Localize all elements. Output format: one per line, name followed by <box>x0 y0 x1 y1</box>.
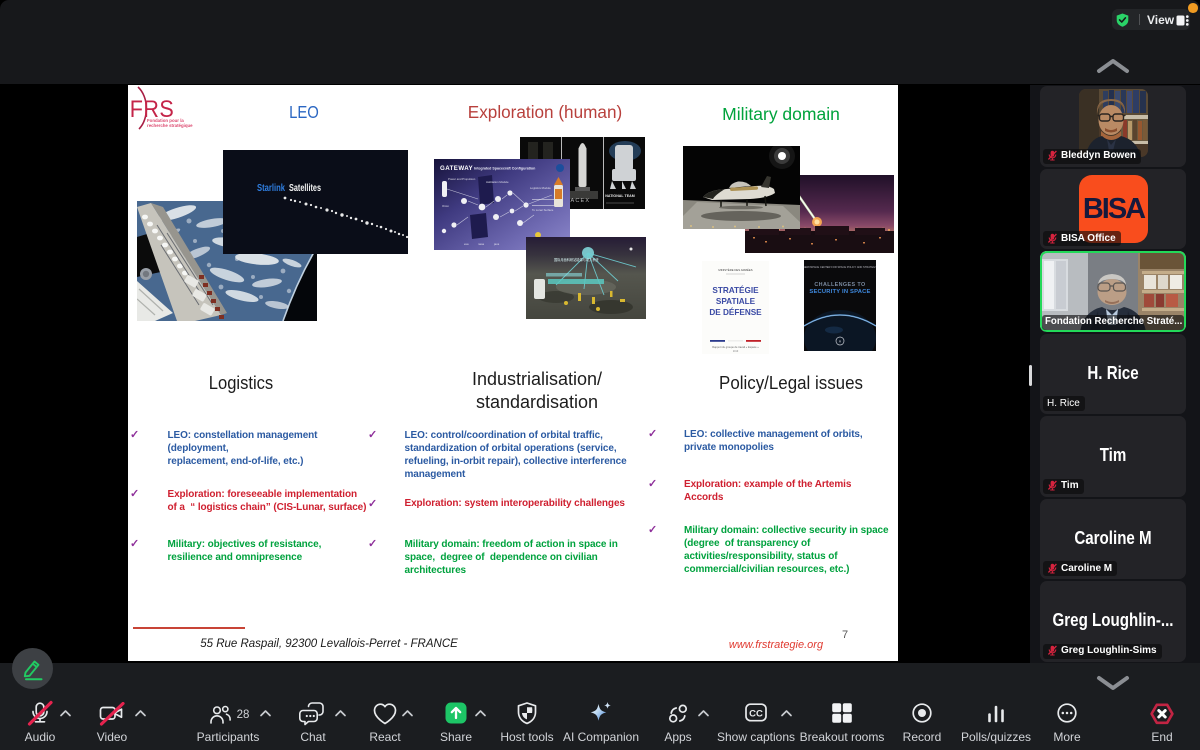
svg-text:CC: CC <box>749 708 763 719</box>
svg-text:Logistics Module: Logistics Module <box>530 186 551 190</box>
svg-text:SPATIALE: SPATIALE <box>716 297 756 306</box>
svg-text:Satellites: Satellites <box>289 182 321 194</box>
svg-text:Starlink: Starlink <box>257 182 285 194</box>
svg-text:Power and Propulsion: Power and Propulsion <box>448 177 476 181</box>
svg-text:jaxa: jaxa <box>493 242 500 246</box>
svg-text:AEROSPACE CENTER FOR SPACE POL: AEROSPACE CENTER FOR SPACE POLICY AND ST… <box>804 265 876 269</box>
svg-text:To Lunar Surface: To Lunar Surface <box>532 208 554 212</box>
svg-text:nasa: nasa <box>478 242 485 246</box>
svg-text:CHALLENGES TO: CHALLENGES TO <box>814 282 865 288</box>
svg-text:esa: esa <box>464 242 469 246</box>
svg-text:2019: 2019 <box>733 350 739 353</box>
svg-text:STRATÉGIE: STRATÉGIE <box>712 285 759 295</box>
svg-text:国际月面科研站能源与动力系统: 国际月面科研站能源与动力系统 <box>554 257 599 262</box>
svg-text:DE DÉFENSE: DE DÉFENSE <box>709 307 762 317</box>
svg-text:Habitation Module: Habitation Module <box>486 180 509 184</box>
svg-text:Orion: Orion <box>442 204 449 208</box>
svg-text:Rapport du groupe de travail «: Rapport du groupe de travail « Espace » <box>712 345 759 349</box>
svg-text:Integrated Spacecraft Configur: Integrated Spacecraft Configuration <box>474 167 535 171</box>
svg-text:MINISTÈRE DES ARMÉES: MINISTÈRE DES ARMÉES <box>718 267 752 272</box>
svg-text:SECURITY IN SPACE: SECURITY IN SPACE <box>809 289 870 295</box>
svg-text:NATIONAL TEAM: NATIONAL TEAM <box>605 194 634 198</box>
svg-text:GATEWAY: GATEWAY <box>440 165 474 172</box>
